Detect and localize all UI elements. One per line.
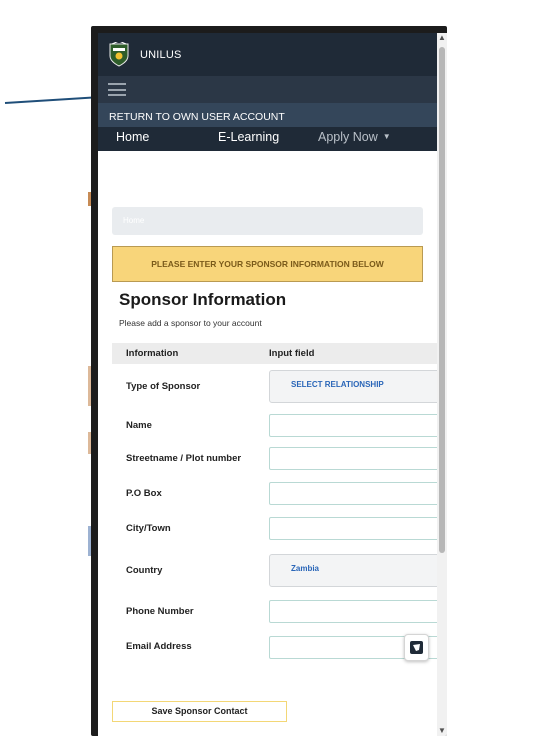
name-input[interactable] <box>269 414 437 437</box>
label-country: Country <box>126 565 163 576</box>
street-input[interactable] <box>269 447 437 470</box>
vertical-scrollbar[interactable]: ▲ ▼ <box>437 33 447 736</box>
label-sponsor-type: Type of Sponsor <box>126 381 201 392</box>
save-sponsor-button[interactable]: Save Sponsor Contact <box>112 701 287 722</box>
sponsor-type-select[interactable]: SELECT RELATIONSHIP <box>269 370 437 403</box>
chat-widget-button[interactable] <box>404 634 429 661</box>
brand-header: UNILUS <box>98 33 437 76</box>
form-table-header: Information Input field <box>112 343 437 364</box>
info-alert: PLEASE ENTER YOUR SPONSOR INFORMATION BE… <box>112 246 423 282</box>
scrollbar-thumb[interactable] <box>439 47 445 553</box>
nav-apply-label: Apply Now <box>318 130 378 144</box>
label-po-box: P.O Box <box>126 488 162 499</box>
nav-elearning-link[interactable]: E-Learning <box>218 130 279 144</box>
nav-apply-dropdown[interactable]: Apply Now ▼ <box>318 130 391 144</box>
label-phone: Phone Number <box>126 606 194 617</box>
column-header-information: Information <box>126 348 179 359</box>
university-crest-logo[interactable] <box>108 41 130 68</box>
label-email: Email Address <box>126 641 192 652</box>
column-header-input: Input field <box>269 348 315 359</box>
po-box-input[interactable] <box>269 482 437 505</box>
menu-bar <box>98 76 437 103</box>
page-subtitle: Please add a sponsor to your account <box>119 318 262 328</box>
label-name: Name <box>126 420 152 431</box>
main-nav: Home E-Learning Apply Now ▼ <box>98 127 437 151</box>
device-frame: UNILUS RETURN TO OWN USER ACCOUNT Home E… <box>91 26 447 736</box>
hamburger-menu-icon[interactable] <box>108 83 126 96</box>
label-city: City/Town <box>126 523 171 534</box>
page-title: Sponsor Information <box>119 290 287 309</box>
breadcrumb[interactable]: Home <box>112 207 423 235</box>
scroll-up-icon[interactable]: ▲ <box>438 33 446 43</box>
nav-home-link[interactable]: Home <box>116 130 149 144</box>
chevron-down-icon: ▼ <box>382 132 391 141</box>
country-select[interactable]: Zambia <box>269 554 437 587</box>
brand-name[interactable]: UNILUS <box>140 49 182 61</box>
browser-viewport: UNILUS RETURN TO OWN USER ACCOUNT Home E… <box>98 33 437 736</box>
city-input[interactable] <box>269 517 437 540</box>
country-value: Zambia <box>291 564 320 573</box>
phone-input[interactable] <box>269 600 437 623</box>
chat-widget-icon <box>410 641 423 654</box>
sponsor-type-value: SELECT RELATIONSHIP <box>291 380 384 389</box>
label-street: Streetname / Plot number <box>126 453 242 464</box>
scroll-down-icon[interactable]: ▼ <box>438 726 446 736</box>
return-to-account-link[interactable]: RETURN TO OWN USER ACCOUNT <box>98 103 437 127</box>
